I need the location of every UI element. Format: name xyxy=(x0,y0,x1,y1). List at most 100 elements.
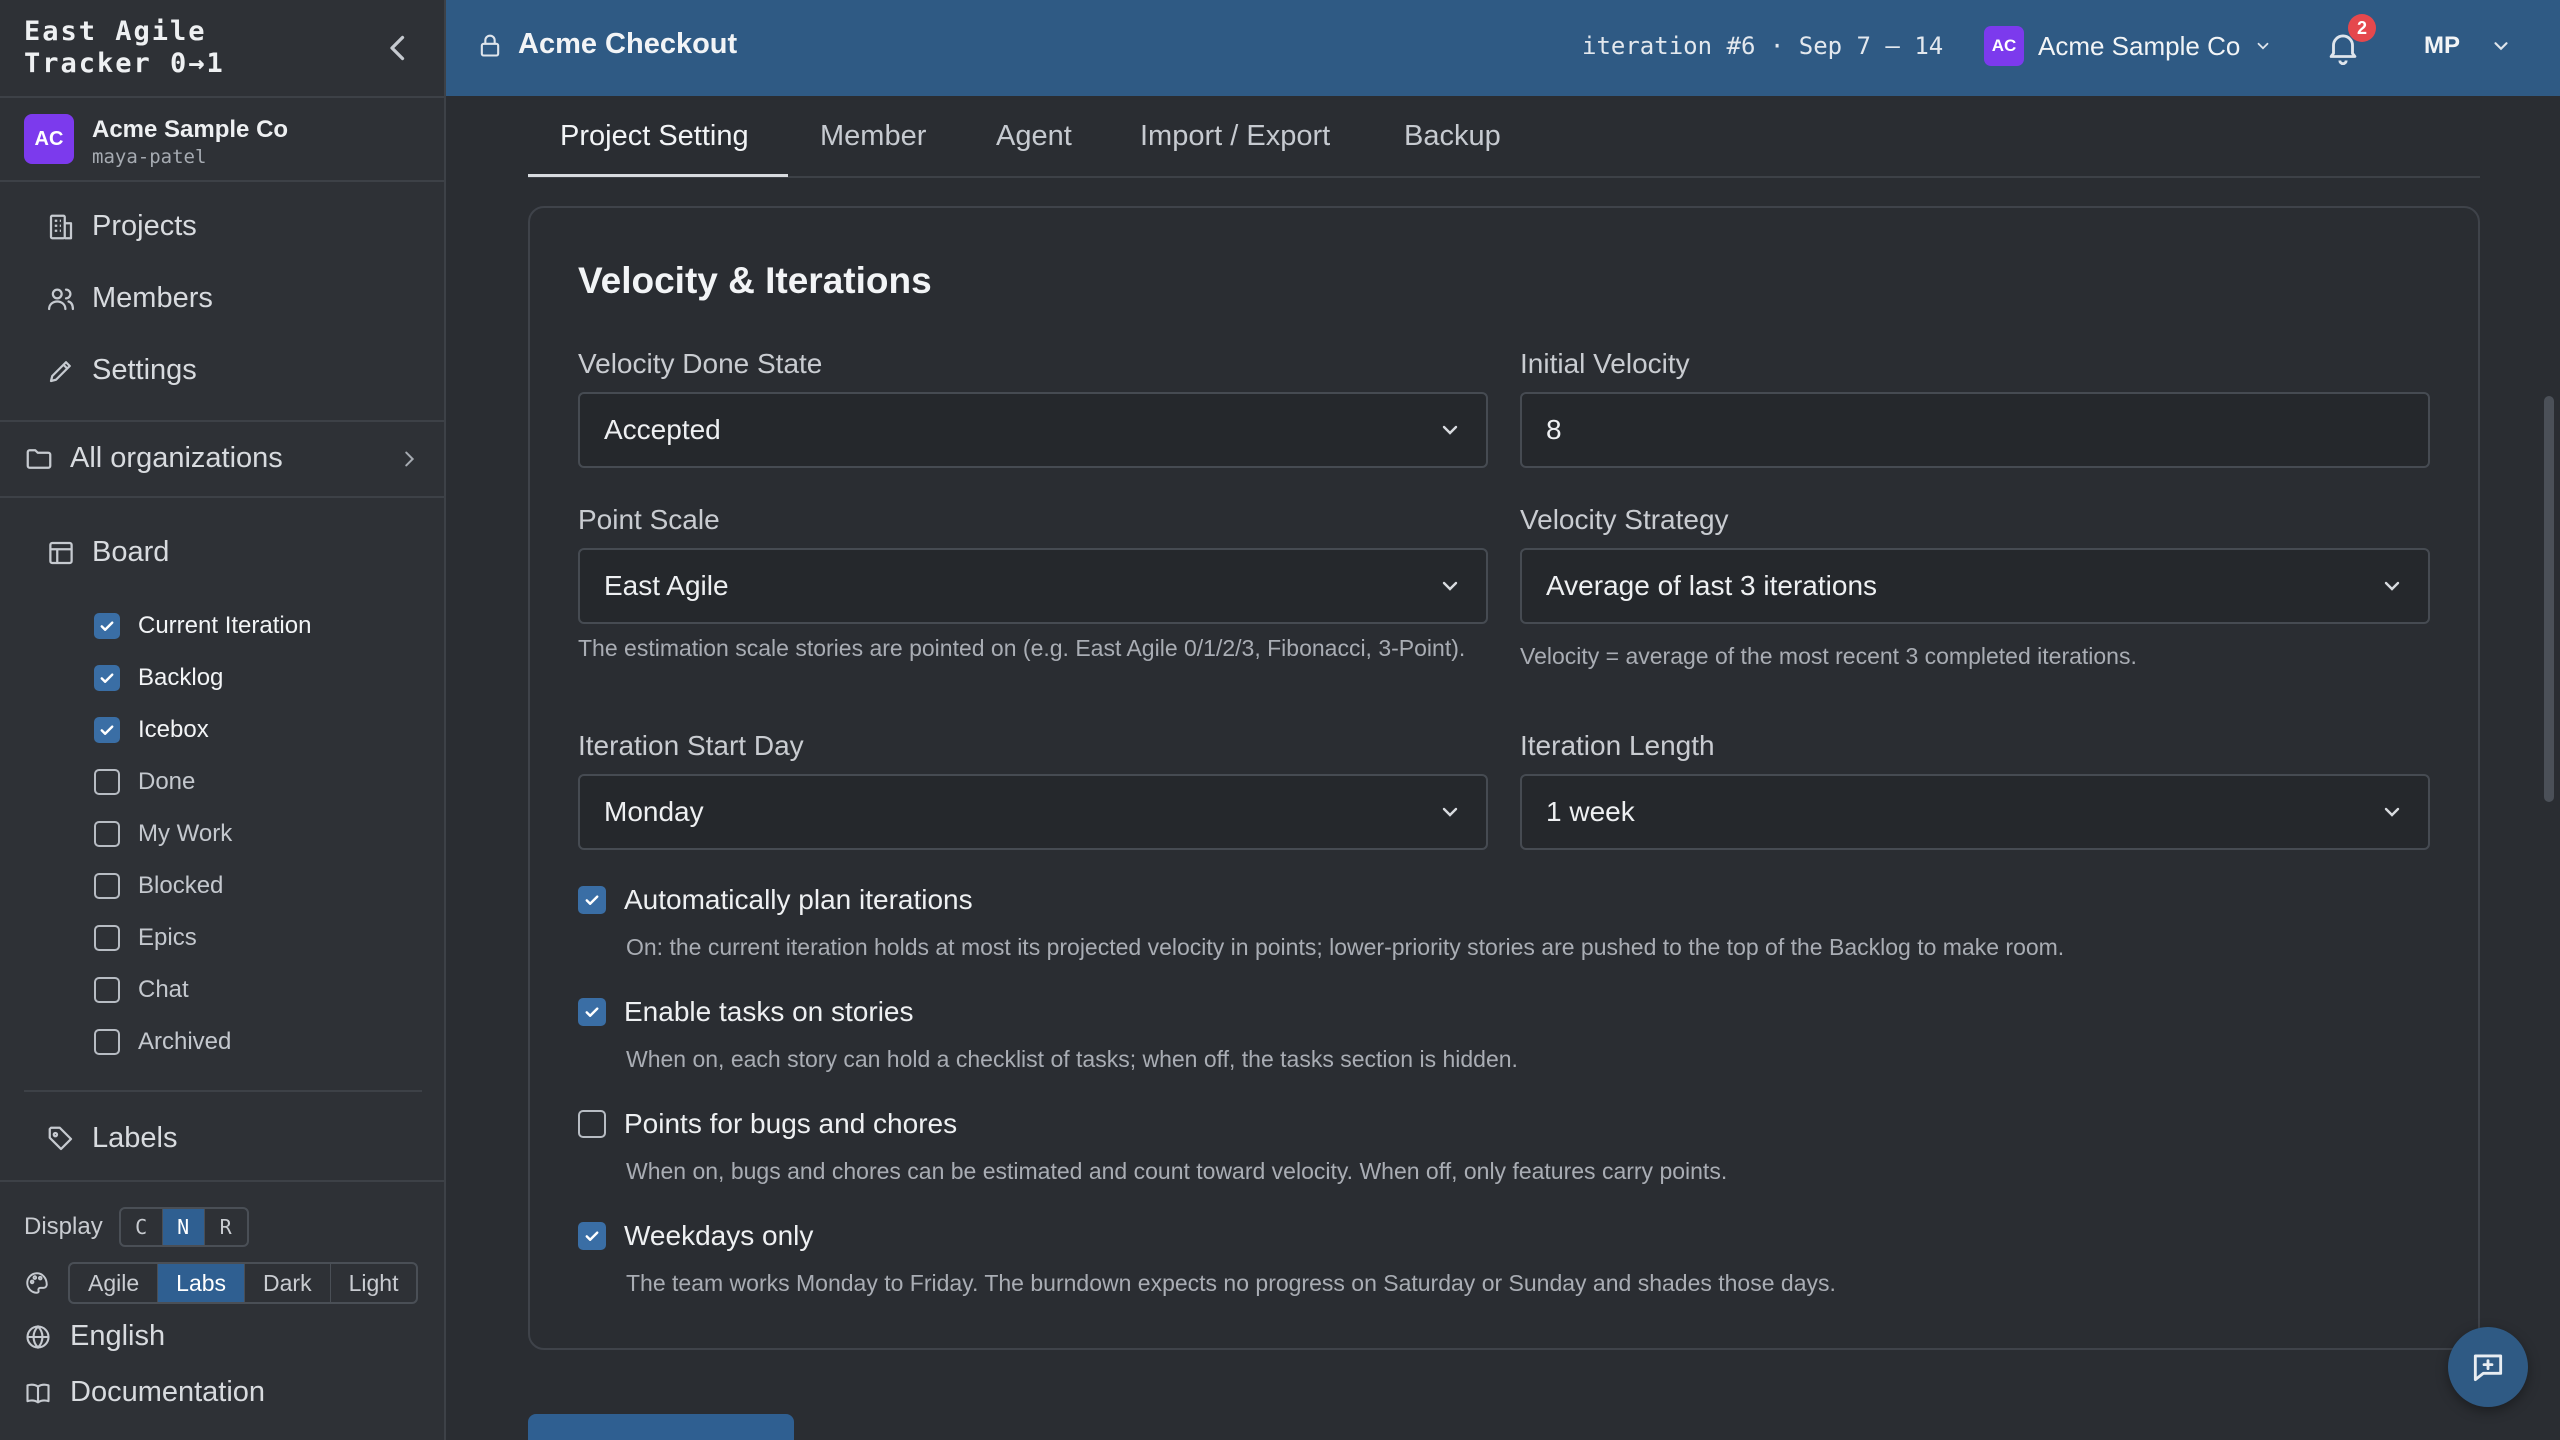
scrollbar[interactable] xyxy=(2544,396,2554,802)
initial-velocity-label: Initial Velocity xyxy=(1520,348,1690,379)
board-filter-backlog[interactable]: Backlog xyxy=(94,664,223,692)
option-enable-tasks-on-stories[interactable]: Enable tasks on stories xyxy=(578,996,914,1028)
board-filter-label: My Work xyxy=(138,820,233,847)
checkbox[interactable] xyxy=(578,1110,606,1138)
board-filter-done[interactable]: Done xyxy=(94,768,195,796)
checkbox[interactable] xyxy=(578,886,606,914)
checkbox[interactable] xyxy=(94,873,120,899)
checkbox[interactable] xyxy=(94,1029,120,1055)
tag-icon xyxy=(48,1126,73,1150)
board-filter-current-iteration[interactable]: Current Iteration xyxy=(94,612,311,640)
tab-backup[interactable]: Backup xyxy=(1404,120,1501,153)
iteration-indicator[interactable]: iteration #6 · Sep 7 – 14 xyxy=(1582,32,1943,60)
option-description: The team works Monday to Friday. The bur… xyxy=(626,1270,1836,1296)
documentation-link[interactable]: Documentation xyxy=(24,1376,265,1409)
user-menu[interactable]: MP xyxy=(2424,32,2512,60)
org-name: Acme Sample Co xyxy=(92,116,289,143)
point-scale-select[interactable]: East Agile xyxy=(578,548,1488,624)
settings-tabs: Project Setting Member Agent Import / Ex… xyxy=(528,96,2480,178)
org-avatar: AC xyxy=(24,114,74,164)
org-selector[interactable]: AC Acme Sample Co xyxy=(1984,26,2272,66)
tab-agent[interactable]: Agent xyxy=(996,120,1072,153)
section-title: Velocity & Iterations xyxy=(578,260,932,301)
option-automatically-plan-iterations[interactable]: Automatically plan iterations xyxy=(578,884,973,916)
done-state-label: Velocity Done State xyxy=(578,348,823,379)
option-description: On: the current iteration holds at most … xyxy=(626,934,2065,960)
all-organizations-link[interactable]: All organizations xyxy=(24,442,420,475)
notification-badge: 2 xyxy=(2348,14,2376,42)
iteration-length-select[interactable]: 1 week xyxy=(1520,774,2430,850)
board-filter-chat[interactable]: Chat xyxy=(94,976,189,1004)
brand-logo[interactable]: East Agile Tracker 0→1 xyxy=(24,16,225,80)
checkbox[interactable] xyxy=(578,998,606,1026)
divider xyxy=(0,180,444,182)
velocity-strategy-select[interactable]: Average of last 3 iterations xyxy=(1520,548,2430,624)
theme-option-dark[interactable]: Dark xyxy=(245,1264,331,1302)
theme-option-light[interactable]: Light xyxy=(331,1264,417,1302)
board-filter-icebox[interactable]: Icebox xyxy=(94,716,209,744)
top-bar: Acme Checkout iteration #6 · Sep 7 – 14 … xyxy=(446,0,2560,96)
start-day-select[interactable]: Monday xyxy=(578,774,1488,850)
option-label: Automatically plan iterations xyxy=(624,884,973,915)
checkbox[interactable] xyxy=(94,717,120,743)
chevron-down-icon xyxy=(2257,42,2269,50)
language-selector[interactable]: English xyxy=(24,1320,165,1353)
board-icon xyxy=(49,541,73,564)
theme-option-agile[interactable]: Agile xyxy=(70,1264,159,1302)
checkbox[interactable] xyxy=(94,977,120,1003)
feedback-button[interactable] xyxy=(2448,1327,2528,1407)
check-icon xyxy=(100,673,114,683)
nav-settings[interactable]: Settings xyxy=(46,354,197,387)
checkbox[interactable] xyxy=(94,665,120,691)
checkbox[interactable] xyxy=(94,769,120,795)
point-scale-hint: The estimation scale stories are pointed… xyxy=(578,635,1466,661)
project-title[interactable]: Acme Checkout xyxy=(476,28,737,61)
users-icon xyxy=(48,288,74,310)
iteration-length-label: Iteration Length xyxy=(1520,730,1715,761)
check-icon xyxy=(100,725,114,735)
board-filter-my-work[interactable]: My Work xyxy=(94,820,232,848)
board-filter-label: Blocked xyxy=(138,872,224,899)
done-state-select[interactable]: Accepted xyxy=(578,392,1488,468)
velocity-strategy-hint: Velocity = average of the most recent 3 … xyxy=(1520,643,2137,669)
display-density: Display CNR xyxy=(24,1207,249,1247)
checkbox[interactable] xyxy=(578,1222,606,1250)
tab-import-export[interactable]: Import / Export xyxy=(1140,120,1330,153)
divider xyxy=(24,1090,422,1092)
active-tab-indicator xyxy=(528,174,788,177)
palette-icon xyxy=(26,1272,48,1294)
option-weekdays-only[interactable]: Weekdays only xyxy=(578,1220,813,1252)
nav-labels[interactable]: Labels xyxy=(46,1122,177,1155)
divider xyxy=(0,96,444,98)
density-option-c[interactable]: C xyxy=(121,1209,163,1245)
density-option-r[interactable]: R xyxy=(205,1209,247,1245)
check-icon xyxy=(585,1007,599,1017)
checkbox[interactable] xyxy=(94,613,120,639)
message-plus-icon xyxy=(2473,1354,2503,1382)
density-option-n[interactable]: N xyxy=(162,1209,205,1245)
chevron-right-icon xyxy=(405,451,415,466)
collapse-sidebar-button[interactable] xyxy=(380,30,416,66)
checkbox[interactable] xyxy=(94,821,120,847)
display-density-toggle: CNR xyxy=(118,1207,249,1247)
nav-projects[interactable]: Projects xyxy=(46,210,197,243)
board-filter-blocked[interactable]: Blocked xyxy=(94,872,223,900)
nav-board[interactable]: Board xyxy=(46,536,169,569)
save-button[interactable] xyxy=(528,1414,794,1440)
checkbox[interactable] xyxy=(94,925,120,951)
theme-toggle: Agile Labs Dark Light xyxy=(68,1262,419,1304)
option-points-for-bugs-and-chores[interactable]: Points for bugs and chores xyxy=(578,1108,957,1140)
board-filter-label: Icebox xyxy=(138,716,209,743)
board-filter-epics[interactable]: Epics xyxy=(94,924,197,952)
option-label: Enable tasks on stories xyxy=(624,996,914,1027)
theme-option-labs[interactable]: Labs xyxy=(158,1264,246,1302)
initial-velocity-input[interactable]: 8 xyxy=(1520,392,2430,468)
tab-member[interactable]: Member xyxy=(820,120,926,153)
user-initials: MP xyxy=(2424,32,2460,59)
board-filter-label: Backlog xyxy=(138,664,224,691)
tab-project-setting[interactable]: Project Setting xyxy=(560,120,749,153)
check-icon xyxy=(100,621,114,631)
board-filter-archived[interactable]: Archived xyxy=(94,1028,231,1056)
nav-members[interactable]: Members xyxy=(46,282,213,315)
divider xyxy=(0,1180,444,1182)
